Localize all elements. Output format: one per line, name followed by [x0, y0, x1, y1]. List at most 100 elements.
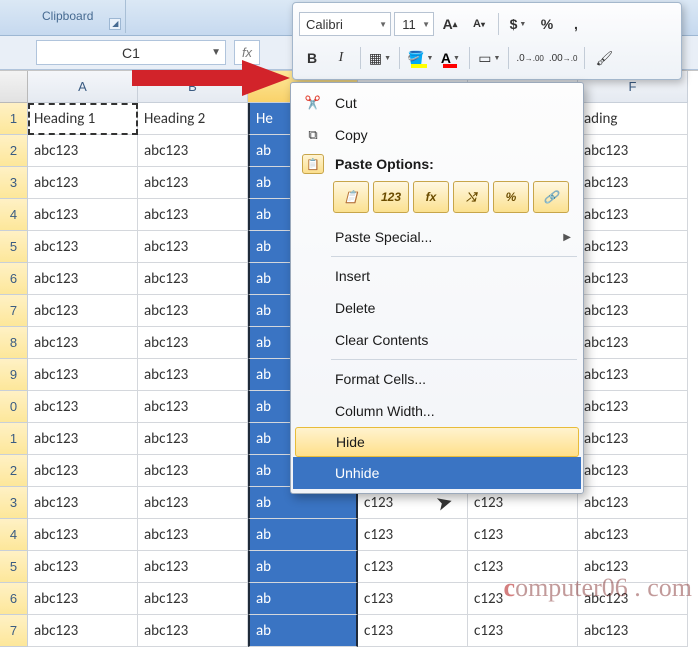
cell-F11[interactable]: abc123: [578, 423, 688, 455]
row-header-12[interactable]: 2: [0, 455, 28, 487]
row-header-11[interactable]: 1: [0, 423, 28, 455]
italic-button[interactable]: I: [328, 45, 354, 71]
cell-F17[interactable]: abc123: [578, 615, 688, 647]
context-menu-clear-contents[interactable]: Clear Contents: [293, 324, 581, 356]
cell-F1[interactable]: ading: [578, 103, 688, 135]
row-header-9[interactable]: 9: [0, 359, 28, 391]
cell-A13[interactable]: abc123: [28, 487, 138, 519]
cell-B9[interactable]: abc123: [138, 359, 248, 391]
paste-transpose-icon[interactable]: ⤭: [453, 181, 489, 213]
cell-D14[interactable]: c123: [358, 519, 468, 551]
merge-center-button[interactable]: ▭▼: [476, 45, 502, 71]
cell-F3[interactable]: abc123: [578, 167, 688, 199]
cell-F5[interactable]: abc123: [578, 231, 688, 263]
cell-F13[interactable]: abc123: [578, 487, 688, 519]
row-header-5[interactable]: 5: [0, 231, 28, 263]
cell-B1[interactable]: Heading 2: [138, 103, 248, 135]
cell-A3[interactable]: abc123: [28, 167, 138, 199]
select-all-corner[interactable]: [0, 71, 28, 103]
context-menu-hide[interactable]: Hide: [295, 427, 579, 457]
cell-C14[interactable]: ab: [248, 519, 358, 551]
row-header-17[interactable]: 7: [0, 615, 28, 647]
column-header-A[interactable]: A: [28, 71, 138, 103]
row-header-8[interactable]: 8: [0, 327, 28, 359]
cell-B3[interactable]: abc123: [138, 167, 248, 199]
cell-C17[interactable]: ab: [248, 615, 358, 647]
chevron-down-icon[interactable]: ▼: [211, 47, 221, 58]
cell-A11[interactable]: abc123: [28, 423, 138, 455]
cell-B16[interactable]: abc123: [138, 583, 248, 615]
row-header-7[interactable]: 7: [0, 295, 28, 327]
cell-A17[interactable]: abc123: [28, 615, 138, 647]
cell-D16[interactable]: c123: [358, 583, 468, 615]
format-painter-button[interactable]: 🖌: [591, 45, 617, 71]
context-menu-cut[interactable]: ✂️ Cut: [293, 87, 581, 119]
context-menu-delete[interactable]: Delete: [293, 292, 581, 324]
cell-B17[interactable]: abc123: [138, 615, 248, 647]
cell-A10[interactable]: abc123: [28, 391, 138, 423]
cell-C15[interactable]: ab: [248, 551, 358, 583]
cell-F12[interactable]: abc123: [578, 455, 688, 487]
cell-A14[interactable]: abc123: [28, 519, 138, 551]
cell-B7[interactable]: abc123: [138, 295, 248, 327]
cell-B13[interactable]: abc123: [138, 487, 248, 519]
clipboard-dialog-launcher[interactable]: ◢: [109, 18, 121, 30]
paste-formulas-icon[interactable]: fx: [413, 181, 449, 213]
percent-format-button[interactable]: %: [534, 11, 560, 37]
cell-B11[interactable]: abc123: [138, 423, 248, 455]
increase-font-size-button[interactable]: A▴: [437, 11, 463, 37]
cell-D17[interactable]: c123: [358, 615, 468, 647]
context-menu-format-cells[interactable]: Format Cells...: [293, 363, 581, 395]
cell-A15[interactable]: abc123: [28, 551, 138, 583]
cell-F10[interactable]: abc123: [578, 391, 688, 423]
paste-formatting-icon[interactable]: %: [493, 181, 529, 213]
row-header-10[interactable]: 0: [0, 391, 28, 423]
bold-button[interactable]: B: [299, 45, 325, 71]
row-header-6[interactable]: 6: [0, 263, 28, 295]
cell-E17[interactable]: c123: [468, 615, 578, 647]
row-header-1[interactable]: 1: [0, 103, 28, 135]
decrease-decimal-button[interactable]: .00→.0: [548, 45, 579, 71]
decrease-font-size-button[interactable]: A▾: [466, 11, 492, 37]
cell-A4[interactable]: abc123: [28, 199, 138, 231]
context-menu-column-width[interactable]: Column Width...: [293, 395, 581, 427]
cell-B15[interactable]: abc123: [138, 551, 248, 583]
row-header-16[interactable]: 6: [0, 583, 28, 615]
cell-A8[interactable]: abc123: [28, 327, 138, 359]
font-color-button[interactable]: A ▼: [437, 45, 463, 71]
cell-B2[interactable]: abc123: [138, 135, 248, 167]
cell-C16[interactable]: ab: [248, 583, 358, 615]
cell-A6[interactable]: abc123: [28, 263, 138, 295]
cell-A12[interactable]: abc123: [28, 455, 138, 487]
cell-F8[interactable]: abc123: [578, 327, 688, 359]
cell-B14[interactable]: abc123: [138, 519, 248, 551]
cell-F4[interactable]: abc123: [578, 199, 688, 231]
fill-color-button[interactable]: 🪣 ▼: [406, 45, 434, 71]
context-menu-paste-special[interactable]: Paste Special... ▶: [293, 221, 581, 253]
cell-F6[interactable]: abc123: [578, 263, 688, 295]
paste-link-icon[interactable]: 🔗: [533, 181, 569, 213]
currency-format-button[interactable]: $▼: [505, 11, 531, 37]
cell-B4[interactable]: abc123: [138, 199, 248, 231]
paste-values-icon[interactable]: 123: [373, 181, 409, 213]
cell-A16[interactable]: abc123: [28, 583, 138, 615]
font-name-dropdown[interactable]: Calibri ▼: [299, 12, 391, 36]
cell-F14[interactable]: abc123: [578, 519, 688, 551]
cell-A7[interactable]: abc123: [28, 295, 138, 327]
cell-B6[interactable]: abc123: [138, 263, 248, 295]
cell-A5[interactable]: abc123: [28, 231, 138, 263]
cell-F9[interactable]: abc123: [578, 359, 688, 391]
cell-A1[interactable]: Heading 1: [28, 103, 138, 135]
row-header-14[interactable]: 4: [0, 519, 28, 551]
row-header-2[interactable]: 2: [0, 135, 28, 167]
context-menu-unhide[interactable]: Unhide: [293, 457, 581, 489]
paste-all-icon[interactable]: 📋: [333, 181, 369, 213]
cell-A2[interactable]: abc123: [28, 135, 138, 167]
cell-B10[interactable]: abc123: [138, 391, 248, 423]
row-header-4[interactable]: 4: [0, 199, 28, 231]
cell-B5[interactable]: abc123: [138, 231, 248, 263]
font-size-dropdown[interactable]: 11 ▼: [394, 12, 434, 36]
increase-decimal-button[interactable]: .0→.00: [515, 45, 544, 71]
cell-B8[interactable]: abc123: [138, 327, 248, 359]
cell-A9[interactable]: abc123: [28, 359, 138, 391]
